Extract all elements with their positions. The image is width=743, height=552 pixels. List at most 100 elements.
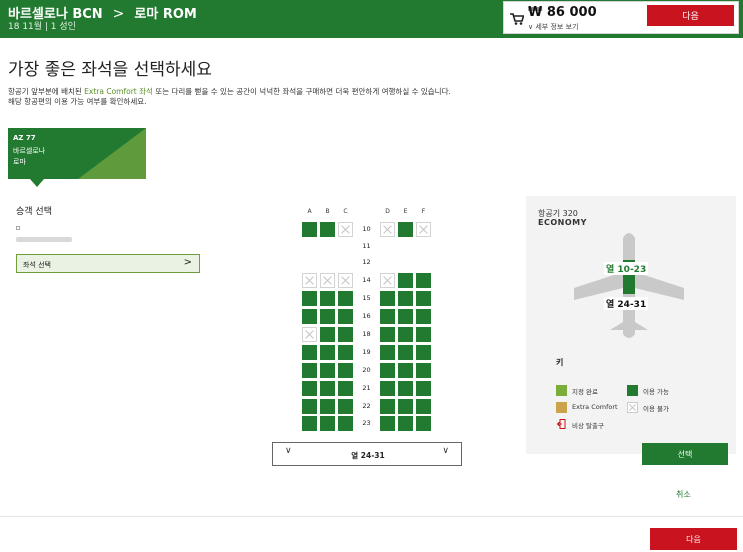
seat-available[interactable] <box>398 363 413 378</box>
seat-available[interactable] <box>338 363 353 378</box>
seat-available[interactable] <box>302 222 317 237</box>
tab-pointer <box>30 179 44 187</box>
seat-available[interactable] <box>320 381 335 396</box>
seat-unavailable <box>320 273 335 288</box>
header-next-button[interactable]: 다음 <box>647 5 734 26</box>
next-button[interactable]: 다음 <box>650 528 737 550</box>
seat-column-header: E <box>403 208 408 215</box>
seat-available[interactable] <box>416 291 431 306</box>
seat-available[interactable] <box>338 291 353 306</box>
seat-available[interactable] <box>302 399 317 414</box>
row-selector[interactable]: ∨ 열 24-31 ∨ <box>272 442 462 466</box>
seat-column-header: F <box>421 208 426 215</box>
zone-next-rows[interactable]: 열 24-31 <box>604 297 649 310</box>
intro-text-part: 또는 다리를 뻗을 수 있는 공간이 넉넉한 좌석을 구매하면 더욱 편안하게 … <box>152 87 451 96</box>
seat-available[interactable] <box>398 381 413 396</box>
row-number: 18 <box>362 330 371 338</box>
legend-unavailable-label: 이용 불가 <box>643 405 669 413</box>
seat-available[interactable] <box>380 381 395 396</box>
seat-available[interactable] <box>398 222 413 237</box>
seat-available[interactable] <box>398 416 413 431</box>
seat-available[interactable] <box>398 399 413 414</box>
passenger-section-title: 승객 선택 <box>16 207 52 217</box>
seat-available[interactable] <box>320 345 335 360</box>
seat-available[interactable] <box>398 309 413 324</box>
seat-available[interactable] <box>338 399 353 414</box>
seat-available[interactable] <box>302 309 317 324</box>
seat-available[interactable] <box>338 327 353 342</box>
legend-selected-label: 지정 완료 <box>572 388 598 396</box>
extra-comfort-link[interactable]: Extra Comfort 좌석 <box>84 87 153 96</box>
row-number: 23 <box>362 419 371 427</box>
row-number: 15 <box>362 294 371 302</box>
seat-available[interactable] <box>338 309 353 324</box>
legend-selected-swatch <box>556 385 567 396</box>
legend-extra-comfort-swatch <box>556 402 567 413</box>
row-number: 22 <box>362 402 371 410</box>
seat-available[interactable] <box>380 416 395 431</box>
seat-available[interactable] <box>320 309 335 324</box>
seat-available[interactable] <box>416 363 431 378</box>
seat-available[interactable] <box>320 399 335 414</box>
row-selector-value: 열 24-31 <box>351 451 385 460</box>
seat-available[interactable] <box>338 416 353 431</box>
seat-available[interactable] <box>398 273 413 288</box>
select-seat-button[interactable]: 좌석 선택 > <box>16 254 200 273</box>
seat-available[interactable] <box>398 345 413 360</box>
seat-available[interactable] <box>416 345 431 360</box>
seat-available[interactable] <box>416 416 431 431</box>
passenger-avatar[interactable] <box>16 226 20 230</box>
legend-available-swatch <box>627 385 638 396</box>
footer-divider <box>0 516 743 517</box>
row-number: 10 <box>362 225 371 233</box>
zone-range: 24-31 <box>617 300 647 310</box>
flight-origin: 바르셀로나 <box>13 147 46 155</box>
seat-column-header: B <box>325 208 330 215</box>
seat-available[interactable] <box>320 416 335 431</box>
seat-available[interactable] <box>320 222 335 237</box>
seat-available[interactable] <box>380 399 395 414</box>
seat-unavailable <box>302 273 317 288</box>
zone-current-rows[interactable]: 열 10-23 <box>604 262 649 275</box>
seat-available[interactable] <box>302 416 317 431</box>
seat-available[interactable] <box>320 363 335 378</box>
seat-available[interactable] <box>338 381 353 396</box>
price-summary: ₩ 86 000 ∨ 세부 정보 보기 다음 <box>503 1 739 34</box>
seat-available[interactable] <box>302 291 317 306</box>
fare-details-link[interactable]: ∨ 세부 정보 보기 <box>528 22 578 32</box>
emergency-exit-icon <box>557 419 566 429</box>
intro-line-1: 항공기 앞부분에 배치된 Extra Comfort 좌석 또는 다리를 뻗을 … <box>8 87 451 97</box>
seat-available[interactable] <box>380 291 395 306</box>
seat-column-header: A <box>307 208 312 215</box>
flight-number: AZ 77 <box>13 134 36 142</box>
seat-available[interactable] <box>302 345 317 360</box>
seat-available[interactable] <box>380 327 395 342</box>
seat-available[interactable] <box>398 327 413 342</box>
seat-available[interactable] <box>416 399 431 414</box>
legend-title: 키 <box>556 358 564 367</box>
select-button[interactable]: 선택 <box>642 443 728 465</box>
seat-available[interactable] <box>380 309 395 324</box>
cart-icon <box>510 13 524 25</box>
flight-destination: 로마 <box>13 158 26 166</box>
seat-available[interactable] <box>320 291 335 306</box>
row-number: 11 <box>362 242 371 250</box>
route-arrow-icon: > <box>112 6 125 22</box>
seat-available[interactable] <box>302 381 317 396</box>
flight-tab[interactable]: AZ 77 바르셀로나 로마 <box>8 128 146 179</box>
seat-available[interactable] <box>302 363 317 378</box>
seat-available[interactable] <box>338 345 353 360</box>
row-number: 20 <box>362 366 371 374</box>
row-number: 14 <box>362 276 371 284</box>
seat-available[interactable] <box>416 273 431 288</box>
seat-available[interactable] <box>416 309 431 324</box>
flight-date-passengers: 18 11월 | 1 성인 <box>8 22 76 32</box>
seat-available[interactable] <box>320 327 335 342</box>
select-seat-label: 좌석 선택 <box>23 261 51 269</box>
seat-available[interactable] <box>380 345 395 360</box>
seat-available[interactable] <box>416 327 431 342</box>
seat-available[interactable] <box>398 291 413 306</box>
seat-available[interactable] <box>380 363 395 378</box>
seat-available[interactable] <box>416 381 431 396</box>
cancel-link[interactable]: 취소 <box>676 489 691 500</box>
